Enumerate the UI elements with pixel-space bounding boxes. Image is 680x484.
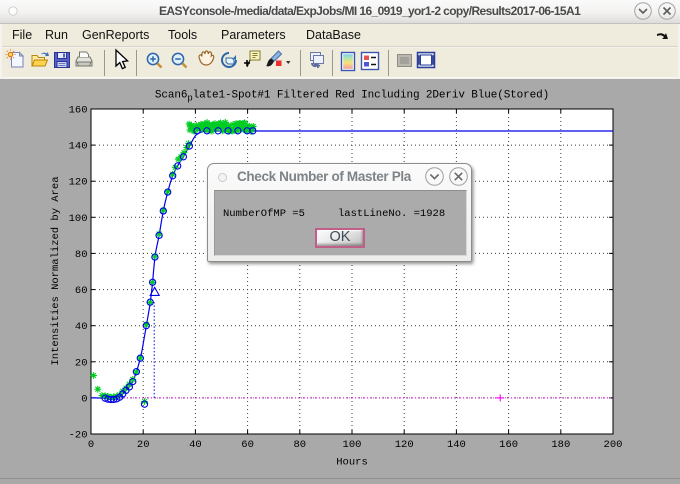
svg-text:0: 0 — [81, 393, 87, 405]
svg-text:20: 20 — [137, 439, 150, 451]
svg-text:40: 40 — [75, 321, 88, 333]
svg-text:40: 40 — [189, 439, 202, 451]
svg-text:-20: -20 — [69, 430, 88, 442]
svg-text:200: 200 — [604, 439, 623, 451]
svg-text:100: 100 — [69, 213, 88, 225]
svg-text:160: 160 — [69, 105, 88, 117]
svg-text:180: 180 — [551, 439, 570, 451]
svg-text:160: 160 — [499, 439, 518, 451]
svg-text:0: 0 — [88, 439, 94, 451]
svg-text:60: 60 — [241, 439, 254, 451]
svg-text:Scan6plate1-Spot#1 Filtered Re: Scan6plate1-Spot#1 Filtered Red Includin… — [155, 90, 549, 104]
svg-text:120: 120 — [395, 439, 414, 451]
svg-text:Hours: Hours — [336, 457, 368, 469]
svg-text:20: 20 — [75, 357, 88, 369]
svg-text:80: 80 — [75, 249, 88, 261]
svg-text:60: 60 — [75, 285, 88, 297]
svg-text:120: 120 — [69, 177, 88, 189]
svg-text:140: 140 — [69, 141, 88, 153]
svg-text:80: 80 — [293, 439, 306, 451]
svg-text:100: 100 — [343, 439, 362, 451]
svg-text:Intensities Normalized by Area: Intensities Normalized by Area — [50, 176, 62, 365]
svg-text:140: 140 — [447, 439, 466, 451]
